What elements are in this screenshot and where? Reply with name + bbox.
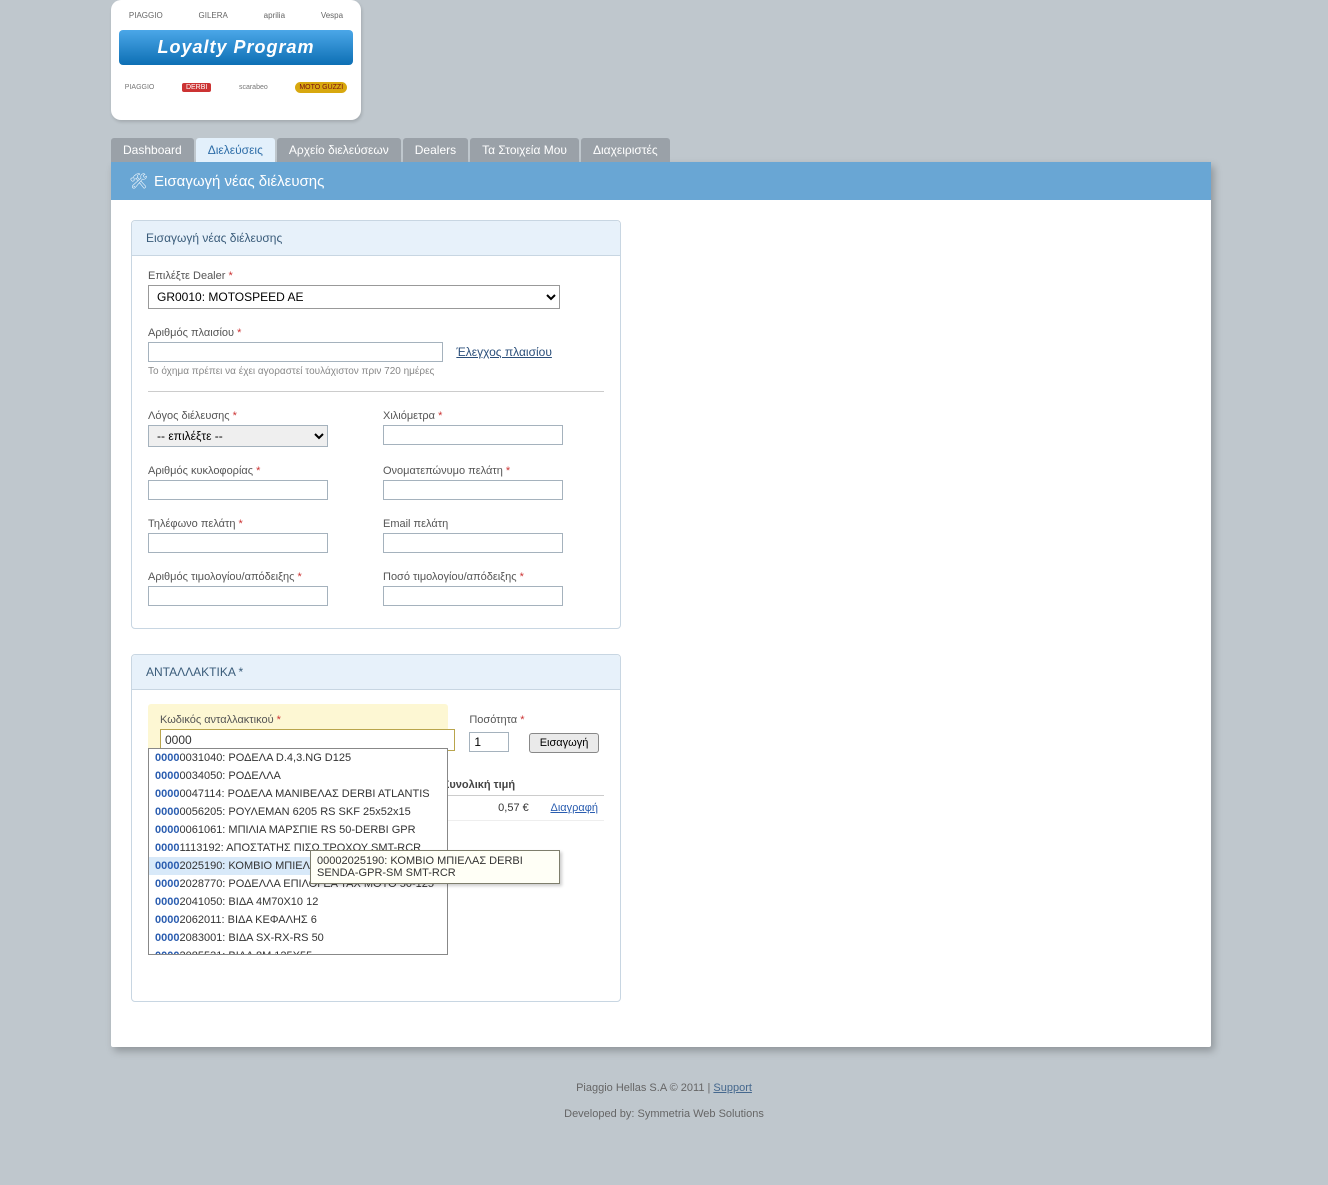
brand-gilera: GILERA xyxy=(199,11,228,20)
cell-total: 0,57 € xyxy=(437,796,535,821)
insert-button[interactable]: Εισαγωγή xyxy=(529,733,600,753)
invoice-amount-input[interactable] xyxy=(383,586,563,606)
reason-label: Λόγος διέλευσης * xyxy=(148,410,328,422)
col-actions xyxy=(535,775,604,796)
loyalty-title: Loyalty Program xyxy=(119,30,353,65)
invoice-no-input[interactable] xyxy=(148,586,328,606)
wrench-icon: 🛠 xyxy=(129,172,148,190)
footer-dev: Developed by: Symmetria Web Solutions xyxy=(86,1108,1242,1120)
tab-dieleuseis[interactable]: Διελεύσεις xyxy=(196,138,275,162)
brand-scarabeo: scarabeo xyxy=(239,84,268,91)
customer-input[interactable] xyxy=(383,480,563,500)
email-input[interactable] xyxy=(383,533,563,553)
qty-label: Ποσότητα * xyxy=(469,714,599,726)
form-panel-header: Εισαγωγή νέας διέλευσης xyxy=(132,221,620,256)
footer: Piaggio Hellas S.A © 2011 | Support Deve… xyxy=(86,1082,1242,1120)
phone-input[interactable] xyxy=(148,533,328,553)
brand-derbi: DERBI xyxy=(182,83,211,92)
qty-input[interactable] xyxy=(469,732,509,752)
plate-label: Αριθμός κυκλοφορίας * xyxy=(148,465,328,477)
check-chassis-link[interactable]: Έλεγχος πλαισίου xyxy=(456,345,552,359)
invoice-no-label: Αριθμός τιμολογίου/απόδειξης * xyxy=(148,571,328,583)
autocomplete-item[interactable]: 00002083001: ΒΙΔΑ SX-RX-RS 50 xyxy=(149,929,447,947)
code-label: Κωδικός ανταλλακτικού * xyxy=(160,714,436,726)
content-area: 🛠 Εισαγωγή νέας διέλευσης Εισαγωγή νέας … xyxy=(111,162,1211,1047)
brand-motoguzzi: MOTO GUZZI xyxy=(295,82,347,93)
logo-box: PIAGGIO GILERA aprilia Vespa Loyalty Pro… xyxy=(111,0,361,120)
autocomplete-tooltip: 00002025190: ΚΟΜΒΙΟ ΜΠΙΕΛΑΣ DERBI SENDA-… xyxy=(310,850,560,884)
brand-aprilia: aprilia xyxy=(264,11,285,20)
brand-piaggio: PIAGGIO xyxy=(129,11,163,20)
page-title-bar: 🛠 Εισαγωγή νέας διέλευσης xyxy=(111,162,1211,200)
parts-panel-header: ΑΝΤΑΛΛΑΚΤΙΚΑ * xyxy=(132,655,620,690)
km-label: Χιλιόμετρα * xyxy=(383,410,563,422)
autocomplete-item[interactable]: 00002085531: ΒΙΔΑ 8Μ 125Χ55 xyxy=(149,947,447,954)
autocomplete-item[interactable]: 00000061061: ΜΠΙΛΙΑ ΜΑΡΣΠΙΕ RS 50-DERBI … xyxy=(149,821,447,839)
autocomplete-item[interactable]: 00000031040: ΡΟΔΕΛΑ D.4,3.NG D125 xyxy=(149,749,447,767)
brands-top: PIAGGIO GILERA aprilia Vespa xyxy=(111,0,361,30)
nav-tabs: DashboardΔιελεύσειςΑρχείο διελεύσεωνDeal… xyxy=(111,138,1242,162)
invoice-amount-label: Ποσό τιμολογίου/απόδειξης * xyxy=(383,571,563,583)
customer-label: Ονοματεπώνυμο πελάτη * xyxy=(383,465,563,477)
autocomplete-item[interactable]: 00002062011: ΒΙΔΑ ΚΕΦΑΛΗΣ 6 xyxy=(149,911,447,929)
col-total: Συνολική τιμή xyxy=(437,775,535,796)
tab-admins[interactable]: Διαχειριστές xyxy=(581,138,670,162)
tab-my-data[interactable]: Τα Στοιχεία Μου xyxy=(470,138,579,162)
email-label: Email πελάτη xyxy=(383,518,563,530)
tab-dealers[interactable]: Dealers xyxy=(403,138,468,162)
tab-archive[interactable]: Αρχείο διελεύσεων xyxy=(277,138,401,162)
dealer-select[interactable]: GR0010: MOTOSPEED AE xyxy=(148,285,560,309)
chassis-label: Αριθμός πλαισίου * xyxy=(148,327,604,339)
delete-link[interactable]: Διαγραφή xyxy=(550,802,598,814)
parts-panel: ΑΝΤΑΛΛΑΚΤΙΚΑ * Κωδικός ανταλλακτικού * 0… xyxy=(131,654,621,1002)
reason-select[interactable]: -- επιλέξτε -- xyxy=(148,425,328,447)
page-title: Εισαγωγή νέας διέλευσης xyxy=(154,173,324,190)
footer-text: Piaggio Hellas S.A © 2011 | xyxy=(576,1082,713,1094)
brand-piaggio2: PIAGGIO xyxy=(125,84,155,91)
tab-dashboard[interactable]: Dashboard xyxy=(111,138,194,162)
brand-vespa: Vespa xyxy=(321,11,343,20)
km-input[interactable] xyxy=(383,425,563,445)
autocomplete-item[interactable]: 00000056205: ΡΟΥΛΕΜΑΝ 6205 RS SKF 25x52x… xyxy=(149,803,447,821)
phone-label: Τηλέφωνο πελάτη * xyxy=(148,518,328,530)
form-panel: Εισαγωγή νέας διέλευσης Επιλέξτε Dealer … xyxy=(131,220,621,629)
plate-input[interactable] xyxy=(148,480,328,500)
autocomplete-item[interactable]: 00002041050: ΒΙΔΑ 4Μ70Χ10 12 xyxy=(149,893,447,911)
support-link[interactable]: Support xyxy=(713,1082,752,1094)
chassis-input[interactable] xyxy=(148,342,443,362)
brands-bottom: PIAGGIO DERBI scarabeo MOTO GUZZI xyxy=(111,65,361,110)
dealer-label: Επιλέξτε Dealer * xyxy=(148,270,604,282)
divider xyxy=(148,391,604,392)
autocomplete-item[interactable]: 00000047114: ΡΟΔΕΛΑ ΜΑΝΙΒΕΛΑΣ DERBI ATLA… xyxy=(149,785,447,803)
autocomplete-item[interactable]: 00000034050: ΡΟΔΕΛΛΑ xyxy=(149,767,447,785)
chassis-hint: Το όχημα πρέπει να έχει αγοραστεί τουλάχ… xyxy=(148,366,604,377)
